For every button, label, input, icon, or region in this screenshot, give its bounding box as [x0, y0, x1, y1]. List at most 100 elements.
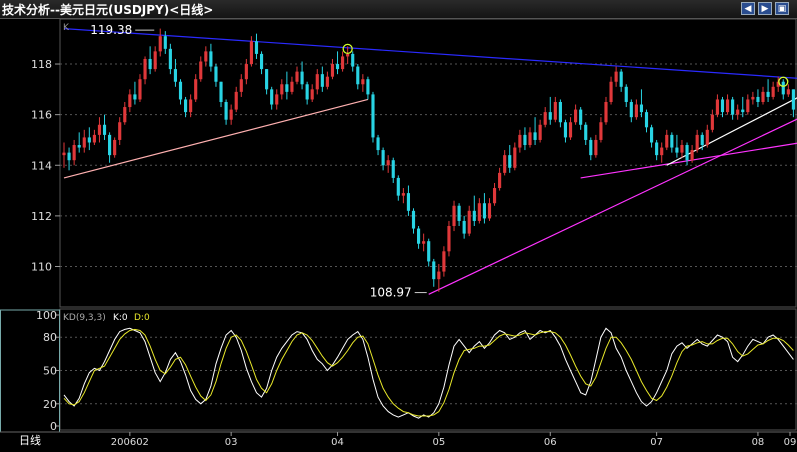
high-price-label: 119.38 — [90, 23, 132, 37]
candle-body — [138, 79, 142, 100]
candle-body — [163, 36, 167, 49]
candle-body — [705, 129, 709, 146]
candle-body — [543, 112, 547, 125]
candle-body — [629, 101, 633, 118]
candle-body — [371, 94, 375, 138]
candle-body — [229, 109, 233, 120]
kd-tick-label: 50 — [43, 365, 57, 378]
candle-body — [305, 84, 309, 100]
kd-tick-label: 80 — [43, 331, 57, 344]
grid-lines — [60, 63, 797, 405]
candle-body — [786, 89, 790, 95]
candle-body — [194, 79, 198, 100]
candle-body — [670, 134, 674, 148]
candle-body — [462, 220, 466, 234]
candle-body — [275, 94, 279, 105]
candle-body — [209, 51, 213, 67]
candle-body — [746, 99, 750, 113]
candle-body — [219, 81, 223, 102]
chart-frame — [0, 19, 797, 433]
candle-body — [406, 193, 411, 211]
candle-body — [467, 210, 471, 234]
candle-body — [113, 139, 117, 156]
kd-d-label: D:0 — [134, 313, 150, 323]
candle-body — [563, 122, 568, 138]
date-tick-label: 04 — [331, 437, 344, 448]
candle-body — [254, 41, 259, 54]
candle-body — [214, 66, 218, 82]
date-tick-label: 03 — [225, 437, 238, 448]
kd-indicator-label: KD(9,3,3) — [63, 313, 106, 323]
candle-body — [781, 81, 785, 95]
candle-body — [391, 160, 395, 178]
candle-body — [335, 64, 340, 70]
candle-body — [568, 122, 573, 138]
date-tick-label: 200602 — [111, 437, 149, 448]
candle-body — [523, 134, 527, 146]
candle-body — [168, 48, 172, 70]
maximize-button[interactable]: ▣ — [775, 2, 789, 15]
candle-body — [401, 193, 405, 196]
kd-lines — [63, 327, 794, 419]
candle-body — [102, 124, 107, 135]
next-button[interactable]: ▶ — [758, 2, 772, 15]
candle-body — [87, 137, 91, 143]
candle-body — [624, 86, 628, 102]
candle-body — [791, 89, 795, 110]
kd-tick-label: 0 — [50, 420, 57, 433]
candle-body — [508, 155, 512, 168]
candle-body — [249, 41, 253, 65]
candle-body — [158, 36, 162, 52]
kd-axis: 0 20 50 80 100 — [36, 309, 60, 433]
candle-body — [725, 99, 730, 113]
support-lower-flat-trendline — [580, 142, 797, 179]
price-tick-label: 112 — [31, 210, 52, 223]
candle-body — [680, 145, 684, 153]
candle-body — [710, 114, 714, 130]
candle-body — [183, 99, 188, 113]
candle-body — [528, 132, 532, 146]
period-label: 日线 — [19, 433, 41, 447]
candle-body — [477, 203, 481, 221]
candle-body — [341, 56, 345, 70]
candle-body — [675, 147, 679, 153]
date-tick-label: 09 — [784, 437, 797, 448]
candle-body — [290, 81, 294, 92]
prev-button[interactable]: ◀ — [741, 2, 755, 15]
candle-body — [487, 203, 492, 219]
candle-body — [417, 228, 421, 244]
kd-d-series-line — [63, 328, 794, 417]
candle-body — [351, 53, 355, 67]
kd-tick-label: 100 — [36, 309, 57, 322]
candle-body — [295, 71, 299, 82]
candle-body — [644, 112, 649, 128]
candle-body — [503, 155, 507, 173]
candle-body — [690, 150, 694, 161]
candle-body — [204, 51, 208, 62]
date-tick-label: 05 — [432, 437, 445, 448]
candle-body — [589, 139, 593, 156]
candle-body — [300, 71, 304, 85]
candle-body — [259, 53, 264, 70]
candle-body — [62, 152, 66, 156]
candle-body — [599, 122, 603, 140]
candle-body — [482, 203, 486, 219]
candle-body — [639, 104, 644, 113]
candle-body — [700, 134, 704, 146]
candle-body — [148, 58, 152, 70]
candle-body — [655, 142, 659, 156]
candle-body — [199, 61, 203, 80]
candle-body — [396, 177, 400, 196]
candle-body — [579, 109, 583, 125]
candle-body — [437, 271, 441, 280]
candle-body — [330, 64, 335, 77]
candle-body — [513, 147, 517, 168]
kd-k-series-line — [63, 327, 794, 419]
price-tick-label: 110 — [31, 261, 52, 274]
candle-body — [634, 104, 638, 118]
candle-body — [756, 96, 760, 102]
candle-body — [366, 79, 370, 95]
candle-body — [751, 96, 755, 100]
candle-body — [604, 101, 608, 123]
kd-tick-label: 20 — [43, 398, 57, 411]
